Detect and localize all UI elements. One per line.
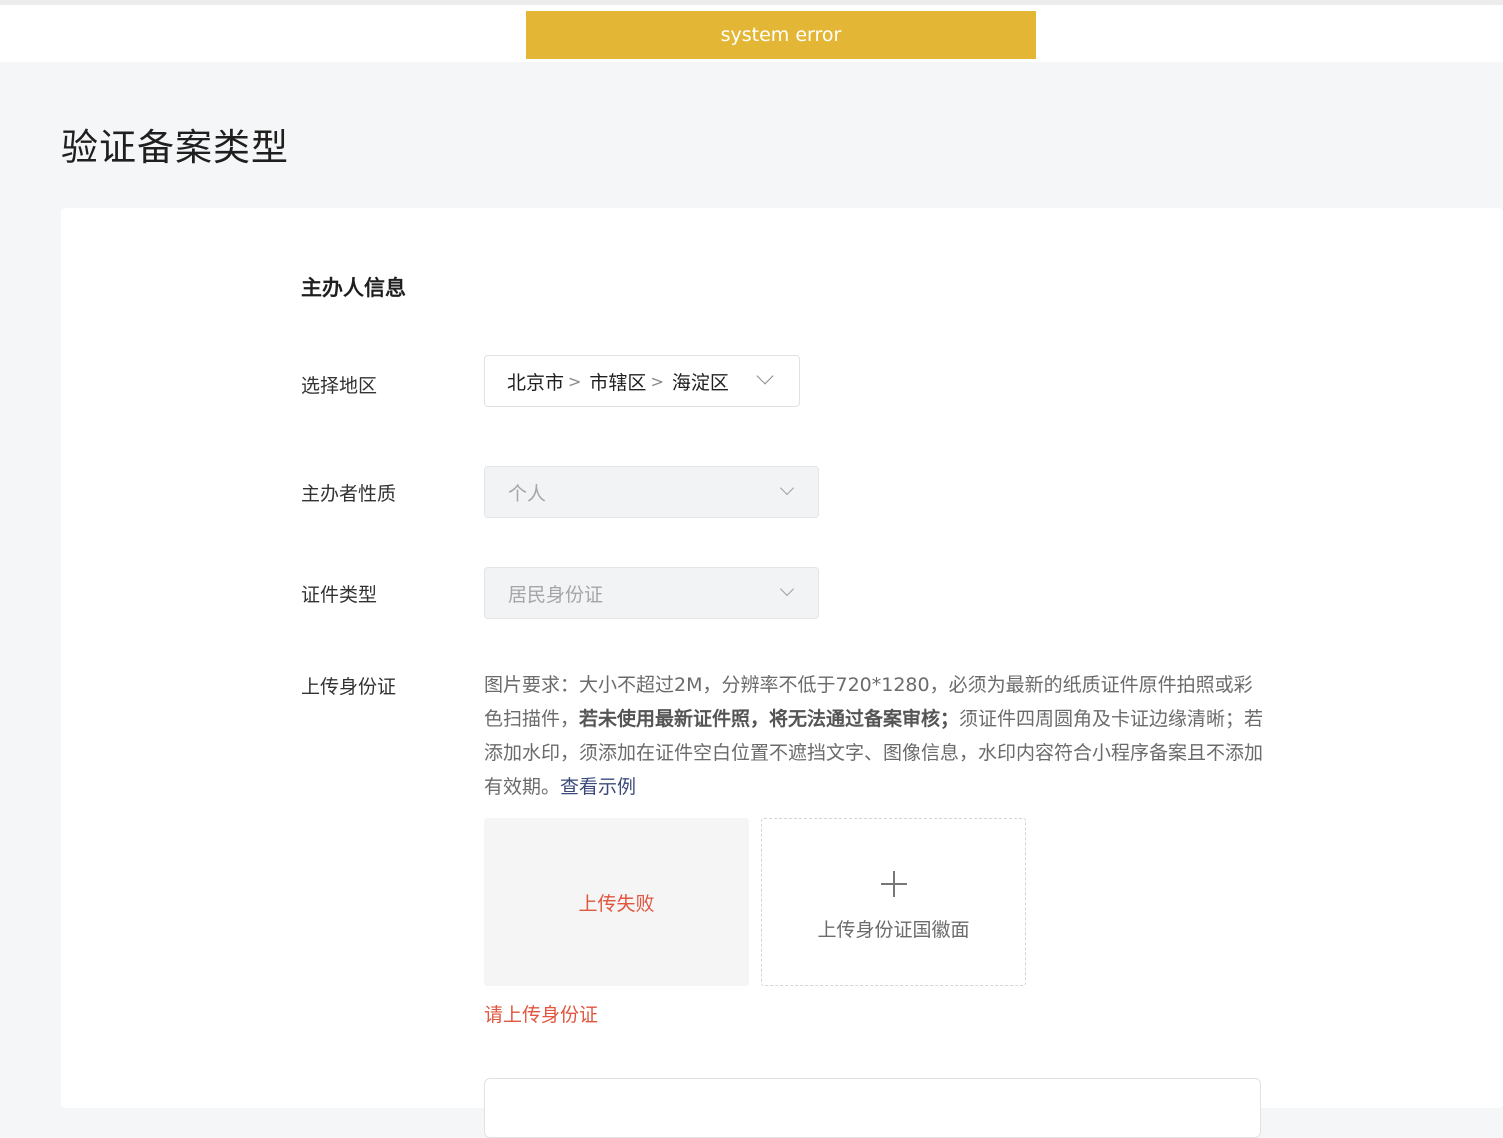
region-label: 选择地区 xyxy=(301,375,378,397)
view-example-link[interactable]: 查看示例 xyxy=(560,776,636,798)
error-banner: system error xyxy=(526,11,1036,59)
id-type-label: 证件类型 xyxy=(301,584,378,606)
upload-back-side-button[interactable]: 上传身份证国徽面 xyxy=(761,818,1026,986)
chevron-down-icon xyxy=(779,581,795,597)
sponsor-type-label: 主办者性质 xyxy=(301,483,397,505)
top-bar: system error xyxy=(0,0,1503,62)
region-district: 海淀区 xyxy=(671,371,729,394)
next-form-field[interactable] xyxy=(484,1078,1261,1138)
page-title: 验证备案类型 xyxy=(61,126,289,169)
form-card: 主办人信息 选择地区 北京市 > 市辖区 > 海淀区 主办者性质 个人 证件类型… xyxy=(61,208,1503,1138)
chevron-right-icon: > xyxy=(568,371,582,391)
id-type-value: 居民身份证 xyxy=(508,583,604,606)
region-select[interactable]: 北京市 > 市辖区 > 海淀区 xyxy=(484,355,800,407)
chevron-right-icon: > xyxy=(650,371,664,391)
sponsor-type-value: 个人 xyxy=(508,482,547,505)
upload-error-message: 请上传身份证 xyxy=(484,1004,599,1026)
upload-back-side-label: 上传身份证国徽面 xyxy=(817,918,970,941)
id-type-select[interactable]: 居民身份证 xyxy=(484,567,819,619)
section-title: 主办人信息 xyxy=(301,276,406,300)
region-province: 北京市 xyxy=(507,371,565,394)
sponsor-type-select[interactable]: 个人 xyxy=(484,466,819,518)
chevron-down-icon xyxy=(779,480,795,496)
region-city: 市辖区 xyxy=(589,371,647,394)
plus-icon xyxy=(880,870,907,897)
upload-requirement-text: 图片要求：大小不超过2M，分辨率不低于720*1280，必须为最新的纸质证件原件… xyxy=(484,668,1266,804)
requirement-warning: 若未使用最新证件照，将无法通过备案审核； xyxy=(579,708,960,730)
id-upload-label: 上传身份证 xyxy=(301,676,397,698)
chevron-down-icon xyxy=(756,367,774,385)
upload-failed-text: 上传失败 xyxy=(578,892,655,915)
upload-front-failed[interactable]: 上传失败 xyxy=(484,818,749,986)
